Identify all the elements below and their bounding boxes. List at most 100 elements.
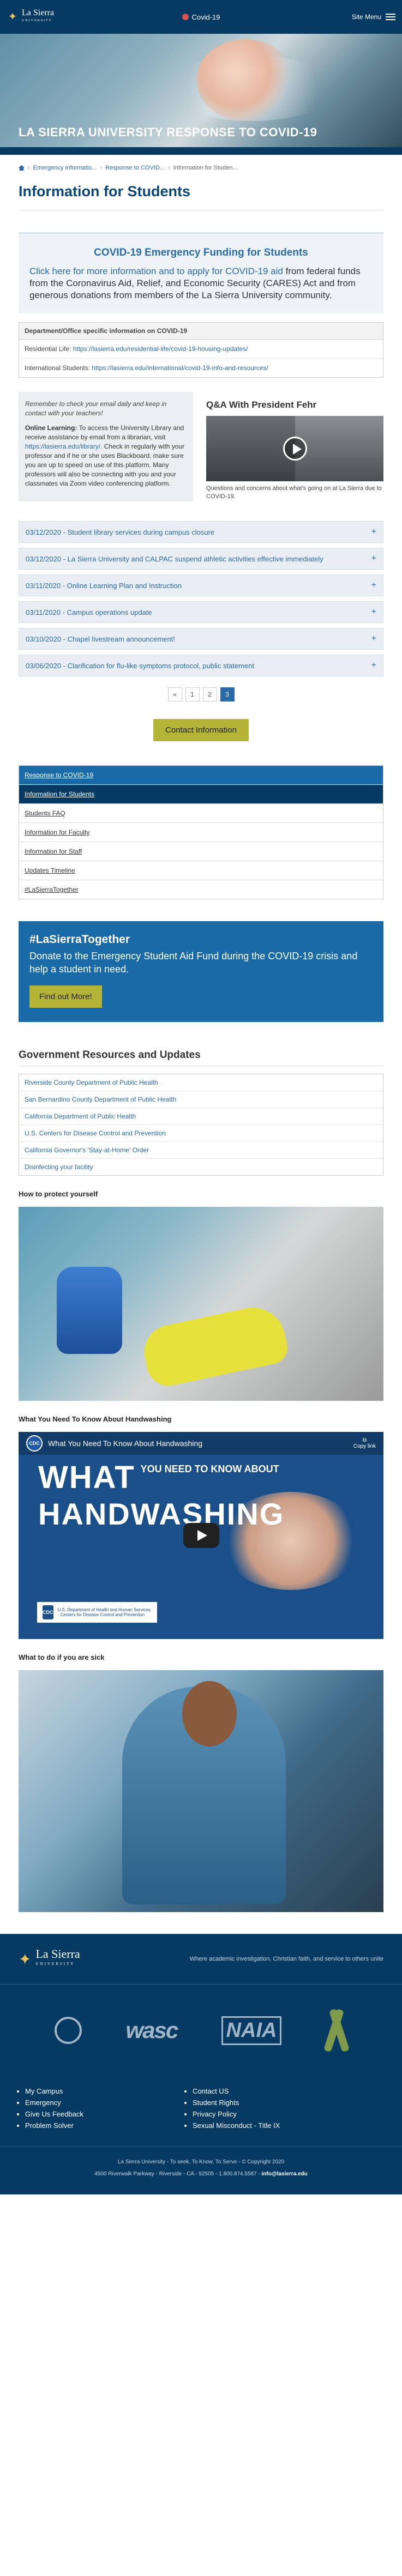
gov-link-riverside[interactable]: Riverside County Department of Public He… [25,1079,158,1086]
subnav-item-response: Response to COVID-19 [19,766,383,785]
footer-link-emergency[interactable]: Emergency [25,2099,61,2107]
video-thumbnail-right [295,416,383,481]
news-item[interactable]: 03/11/2020 - Campus operations update + [19,601,383,623]
gov-link-cdc[interactable]: U.S. Centers for Disease Control and Pre… [25,1129,166,1137]
funding-box: COVID-19 Emergency Funding for Students … [19,232,383,313]
footer-bottom: La Sierra University - To seek, To Know,… [0,2146,402,2194]
funding-title: COVID-19 Emergency Funding for Students [94,247,308,258]
news-item[interactable]: 03/11/2020 - Online Learning Plan and In… [19,575,383,596]
news-item[interactable]: 03/10/2020 - Chapel livestream announcem… [19,628,383,650]
footer-link-my-campus[interactable]: My Campus [25,2087,63,2095]
logo-flame-icon: ✦ [8,11,17,23]
handwashing-video[interactable]: CDC What You Need To Know About Handwash… [19,1432,383,1639]
video-headline: WHAT YOU NEED TO KNOW ABOUT HANDWASHING [38,1460,285,1531]
gov-link-disinfecting[interactable]: Disinfecting your facility [25,1163,93,1171]
qa-video-player[interactable] [206,416,383,481]
pagination-page-2[interactable]: 2 [202,687,217,702]
online-learning-note: Remember to check your email daily and k… [19,392,193,501]
funding-apply-link[interactable]: Click here for more information and to a… [29,266,283,276]
doctor-photo [19,1670,383,1912]
footer-link-title-ix[interactable]: Sexual Misconduct - Title IX [193,2121,280,2130]
hamburger-icon [386,14,395,20]
cdc-logo-icon: CDC [26,1435,43,1452]
online-learning-text: Online Learning: To access the Universit… [25,424,185,487]
adventist-logo-icon[interactable] [55,2017,82,2044]
ribbon-icon[interactable] [326,2009,347,2052]
subnav-item-timeline: Updates Timeline [19,861,383,880]
find-out-more-button[interactable]: Find out More! [29,985,102,1008]
qa-section: Q&A With President Fehr Questions and co… [206,392,383,501]
plus-icon: + [371,661,376,670]
sick-title: What to do if you are sick [19,1653,105,1661]
covid-19-link[interactable]: Covid-19 [182,13,220,21]
together-text: Donate to the Emergency Student Aid Fund… [29,951,358,975]
hero-band [0,147,402,155]
dept-row-residential: Residential Life: https://lasierra.edu/r… [19,340,383,359]
video-bar-title[interactable]: What You Need To Know About Handwashing [48,1439,202,1448]
funding-text: Click here for more information and to a… [29,266,361,300]
news-item[interactable]: 03/06/2020 - Clarification for flu-like … [19,655,383,676]
footer-logo[interactable]: ✦ La Sierra UNIVERSITY [19,1948,80,1969]
breadcrumb-item-current: Information for Studen... [173,165,238,171]
site-logo[interactable]: ✦ La Sierra UNIVERSITY [7,9,54,25]
pagination-page-1[interactable]: 1 [185,687,200,702]
contact-information-button[interactable]: Contact Information [153,719,249,741]
qa-caption: Questions and concerns about what's goin… [206,485,382,500]
footer-link-contact[interactable]: Contact US [193,2087,229,2095]
home-icon[interactable] [19,165,25,171]
international-students-link[interactable]: https://lasierra.edu/international/covid… [92,364,268,372]
virus-icon [182,14,189,20]
residential-life-link[interactable]: https://lasierra.edu/residential-life/co… [73,345,248,353]
lasierratogether-promo: #LaSierraTogether Donate to the Emergenc… [19,921,383,1022]
email-reminder: Remember to check your email daily and k… [25,400,167,417]
together-title: #LaSierraTogether [29,933,130,946]
logo-text: La Sierra UNIVERSITY [22,8,55,23]
cleaning-photo [19,1207,383,1401]
footer-link-student-rights[interactable]: Student Rights [193,2099,239,2107]
footer-link-problem-solver[interactable]: Problem Solver [25,2121,74,2130]
news-item[interactable]: 03/12/2020 - La Sierra University and CA… [19,548,383,570]
breadcrumb-item-emergency[interactable]: Emergency Informatio... [33,165,97,171]
footer-link-feedback[interactable]: Give Us Feedback [25,2110,83,2118]
subnav-item-faculty: Information for Faculty [19,823,383,842]
info-columns: Remember to check your email daily and k… [19,392,383,501]
video-title-bar: CDC What You Need To Know About Handwash… [19,1432,383,1455]
gov-link-san-bernardino[interactable]: San Bernardino County Department of Publ… [25,1096,176,1103]
gov-link-california[interactable]: California Department of Public Health [25,1112,136,1120]
qa-title: Q&A With President Fehr [206,400,317,410]
hero-banner: LA SIERRA UNIVERSITY RESPONSE TO COVID-1… [0,34,402,155]
department-info-box: Department/Office specific information o… [19,322,383,378]
photo-head [182,1681,237,1746]
site-menu-button[interactable]: Site Menu [352,13,395,21]
photo-glove [139,1302,291,1390]
play-icon[interactable] [283,437,307,461]
department-info-heading: Department/Office specific information o… [19,323,383,340]
pagination-prev[interactable]: « [167,687,182,702]
section-subnav: Response to COVID-19 Information for Stu… [19,765,383,899]
news-item[interactable]: 03/12/2020 - Student library services du… [19,521,383,543]
plus-icon: + [371,554,376,563]
footer-link-privacy[interactable]: Privacy Policy [193,2110,237,2118]
top-bar: ✦ La Sierra UNIVERSITY Covid-19 Site Menu [0,0,402,34]
plus-icon: + [371,607,376,616]
pagination-page-3[interactable]: 3 [220,687,235,702]
copy-link-button[interactable]: ⧉ Copy link [353,1437,376,1449]
page-title: Information for Students [19,177,383,210]
library-link[interactable]: https://lasierra.edu/library/ [25,443,100,450]
footer-email-link[interactable]: info@lasierra.edu [262,2171,308,2177]
protect-title: How to protect yourself [19,1190,98,1198]
youtube-play-icon[interactable] [183,1523,219,1548]
wasc-logo-icon[interactable]: wasc [125,2017,178,2043]
handwashing-title: What You Need To Know About Handwashing [19,1415,172,1423]
gov-resources-title: Government Resources and Updates [19,1049,383,1066]
pagination: « 1 2 3 [19,687,383,702]
plus-icon: + [371,527,376,536]
gov-link-stay-home[interactable]: California Governor's 'Stay-at-Home' Ord… [25,1146,149,1154]
naia-logo-icon[interactable]: NAIA [221,2016,282,2045]
hero-image-hands [196,39,295,121]
hero-title: LA SIERRA UNIVERSITY RESPONSE TO COVID-1… [19,125,317,139]
breadcrumb-item-response[interactable]: Response to COVID... [105,165,165,171]
affiliate-logos: wasc NAIA [0,1985,402,2076]
video-thumbnail-left [206,416,295,481]
plus-icon: + [371,634,376,643]
